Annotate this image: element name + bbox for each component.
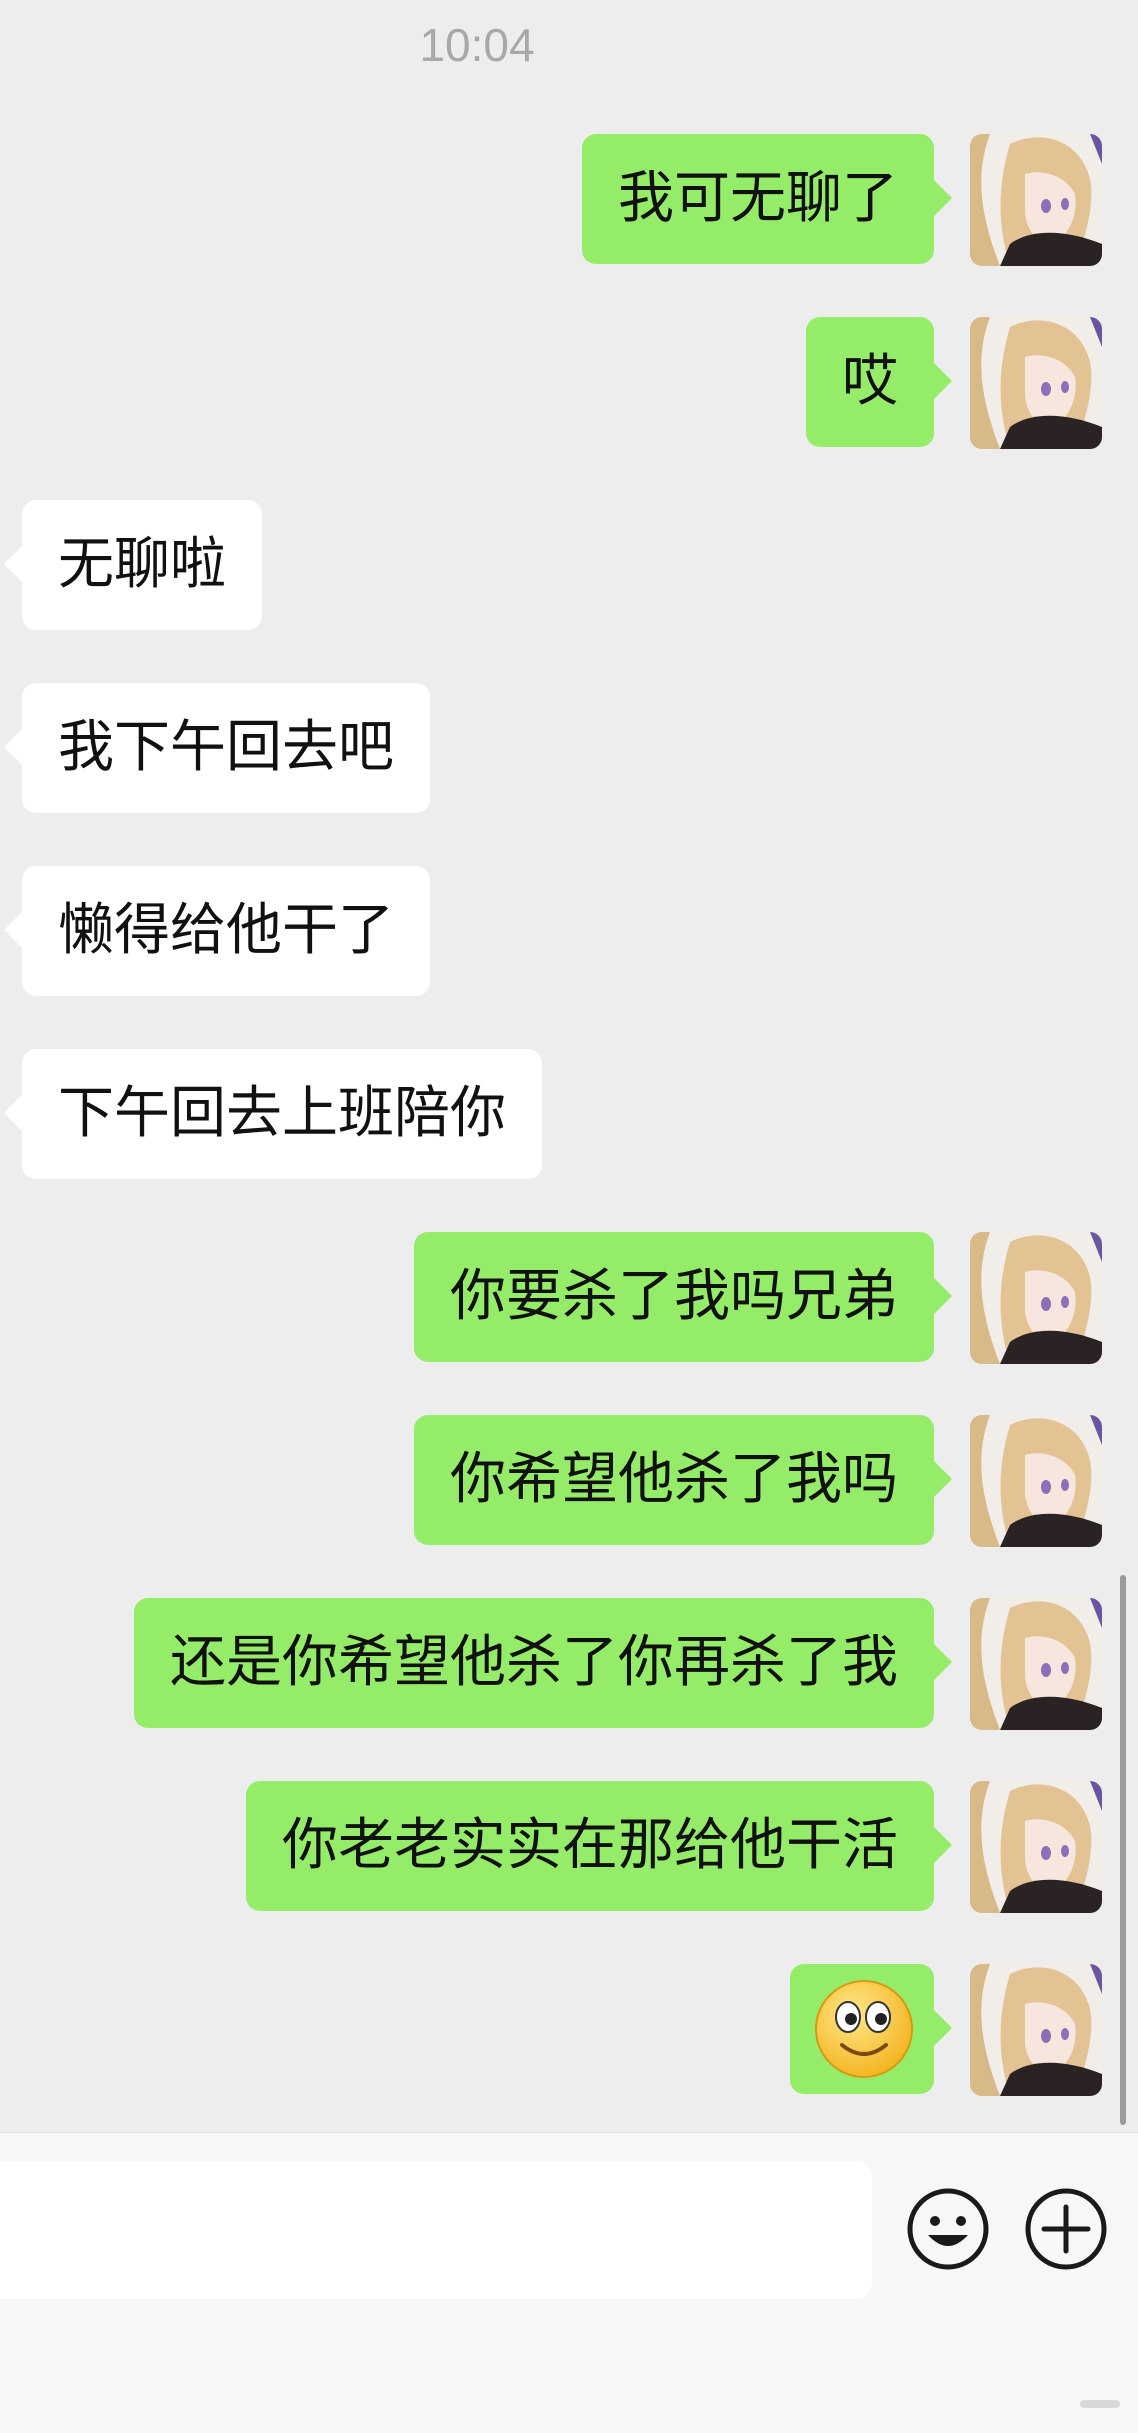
message-text: 我下午回去吧 xyxy=(58,715,394,780)
received-message: 懒得给他干了 xyxy=(0,866,1138,998)
message-text: 你要杀了我吗兄弟 xyxy=(450,1264,898,1329)
avatar[interactable] xyxy=(970,1232,1102,1364)
message-text: 你希望他杀了我吗 xyxy=(450,1447,898,1512)
message-text: 懒得给他干了 xyxy=(58,898,394,963)
message-text: 我可无聊了 xyxy=(618,166,898,231)
avatar[interactable] xyxy=(970,1781,1102,1913)
chat-scrollbar[interactable] xyxy=(1120,1575,1126,2125)
timestamp: 10:04 xyxy=(419,19,535,71)
message-bubble[interactable]: 还是你希望他杀了你再杀了我 xyxy=(134,1598,952,1728)
message-input[interactable] xyxy=(0,2161,872,2299)
avatar[interactable] xyxy=(970,1598,1102,1730)
message-bubble[interactable]: 你希望他杀了我吗 xyxy=(414,1415,952,1545)
avatar[interactable] xyxy=(970,134,1102,266)
message-text: 哎 xyxy=(842,349,898,414)
message-bubble[interactable]: 我可无聊了 xyxy=(582,134,952,264)
avatar[interactable] xyxy=(970,317,1102,449)
message-text: 你老老实实在那给他干活 xyxy=(282,1813,898,1878)
message-bubble[interactable]: 你要杀了我吗兄弟 xyxy=(414,1232,952,1362)
message-bubble[interactable] xyxy=(790,1964,952,2094)
plus-circle-icon[interactable] xyxy=(1022,2185,1110,2273)
smiley-emoji-icon xyxy=(812,1977,916,2128)
input-bar xyxy=(0,2132,1138,2433)
home-indicator xyxy=(1080,2400,1120,2408)
smiley-face-icon[interactable] xyxy=(904,2185,992,2273)
received-message: 无聊啦 xyxy=(0,500,1138,632)
sent-message: 我可无聊了 xyxy=(0,134,1138,266)
message-bubble[interactable]: 懒得给他干了 xyxy=(4,866,430,996)
avatar[interactable] xyxy=(970,1415,1102,1547)
sent-message: 你要杀了我吗兄弟 xyxy=(0,1232,1138,1364)
received-message: 我下午回去吧 xyxy=(0,683,1138,815)
received-message: 下午回去上班陪你 xyxy=(0,1049,1138,1181)
message-bubble[interactable]: 哎 xyxy=(806,317,952,447)
sent-message: 你老老实实在那给他干活 xyxy=(0,1781,1138,1913)
avatar[interactable] xyxy=(970,1964,1102,2096)
message-bubble[interactable]: 我下午回去吧 xyxy=(4,683,430,813)
sent-message: 你希望他杀了我吗 xyxy=(0,1415,1138,1547)
sent-message: 哎 xyxy=(0,317,1138,449)
sent-message: 还是你希望他杀了你再杀了我 xyxy=(0,1598,1138,1730)
message-text: 无聊啦 xyxy=(58,532,226,597)
message-bubble[interactable]: 你老老实实在那给他干活 xyxy=(246,1781,952,1911)
message-text: 还是你希望他杀了你再杀了我 xyxy=(170,1630,898,1695)
message-text: 下午回去上班陪你 xyxy=(58,1081,506,1146)
sent-message xyxy=(0,1964,1138,2096)
message-bubble[interactable]: 下午回去上班陪你 xyxy=(4,1049,542,1179)
message-bubble[interactable]: 无聊啦 xyxy=(4,500,262,630)
